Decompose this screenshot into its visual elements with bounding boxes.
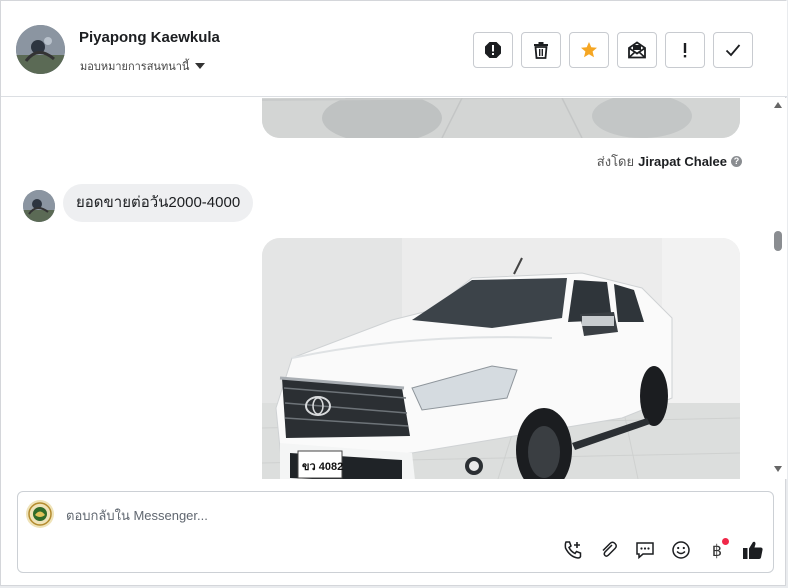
scroll-up-arrow-icon[interactable] (774, 102, 782, 108)
assign-conversation-dropdown[interactable]: มอบหมายการสนทนานี้ (80, 57, 206, 75)
saved-replies-button[interactable] (633, 538, 657, 562)
license-plate-text: ขว 4082 (302, 461, 343, 473)
incoming-message-bubble[interactable]: ยอดขายต่อวัน2000-4000 (63, 184, 254, 222)
thread-scrollbar[interactable] (769, 98, 787, 479)
exclamation-icon (683, 43, 687, 58)
car-image-attachment[interactable]: ขว 4082 (262, 238, 740, 479)
mark-important-button[interactable] (665, 32, 705, 68)
mark-unread-button[interactable] (617, 32, 657, 68)
page-avatar (26, 500, 54, 528)
mark-done-button[interactable] (713, 32, 753, 68)
sent-image-attachment[interactable] (262, 98, 740, 138)
spam-icon (485, 42, 501, 58)
phone-plus-icon (564, 541, 582, 559)
conversation-actions (473, 32, 753, 68)
messenger-conversation-panel: Piyapong Kaewkula มอบหมายการสนทนานี้ ส่ง… (0, 0, 787, 586)
contact-avatar[interactable] (16, 25, 65, 74)
attach-file-button[interactable] (597, 538, 621, 562)
sent-by-name: Jirapat Chalee (638, 154, 727, 169)
scrollbar-thumb[interactable] (774, 231, 782, 251)
thumbs-up-icon (743, 541, 763, 559)
trash-icon (534, 42, 548, 59)
delete-button[interactable] (521, 32, 561, 68)
composer-toolbar: ฿ (561, 538, 765, 562)
sender-avatar[interactable] (23, 190, 55, 222)
paperclip-icon (602, 541, 617, 557)
notification-dot (722, 538, 729, 545)
reply-input[interactable] (66, 505, 716, 525)
smiley-icon (672, 541, 690, 559)
star-button[interactable] (569, 32, 609, 68)
baht-icon: ฿ (711, 540, 723, 560)
caret-down-icon (195, 63, 206, 69)
chat-bubble-icon (636, 542, 654, 560)
sent-by-prefix: ส่งโดย (596, 154, 635, 169)
add-call-button[interactable] (561, 538, 585, 562)
star-icon (581, 42, 597, 58)
mark-spam-button[interactable] (473, 32, 513, 68)
payment-button[interactable]: ฿ (705, 538, 729, 562)
emoji-button[interactable] (669, 538, 693, 562)
scroll-down-arrow-icon[interactable] (774, 466, 782, 472)
contact-name[interactable]: Piyapong Kaewkula (79, 29, 220, 46)
sent-by-note: ส่งโดย Jirapat Chalee ? (597, 151, 742, 172)
conversation-header: Piyapong Kaewkula มอบหมายการสนทนานี้ (1, 1, 787, 97)
envelope-open-icon (628, 41, 646, 59)
assign-label: มอบหมายการสนทนานี้ (80, 61, 190, 73)
message-thread: ส่งโดย Jirapat Chalee ? ยอดขายต่อวัน2000… (1, 98, 769, 479)
reply-composer: ฿ (17, 491, 774, 573)
help-icon[interactable]: ? (731, 156, 742, 167)
checkmark-icon (725, 44, 741, 57)
like-button[interactable] (741, 538, 765, 562)
